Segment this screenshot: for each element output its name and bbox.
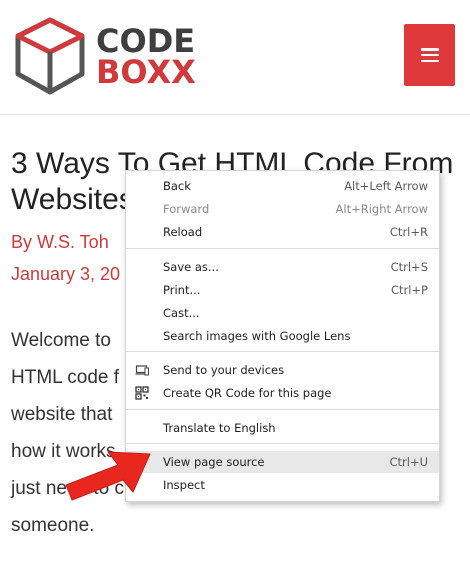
logo-boxx-text: BOXX <box>96 53 196 91</box>
menu-item-google-lens[interactable]: Search images with Google Lens <box>126 325 439 347</box>
menu-separator <box>126 409 439 410</box>
menu-item-send-to-devices[interactable]: Send to your devices <box>126 359 439 381</box>
article-meta: By W.S. Toh January 3, 20 <box>11 226 120 290</box>
menu-separator <box>126 351 439 352</box>
body-line: how it works <box>11 441 116 462</box>
menu-item-label: Forward <box>163 202 210 216</box>
author-link[interactable]: By W.S. Toh <box>11 226 120 258</box>
menu-item-create-qr-code[interactable]: Create QR Code for this page <box>126 382 439 404</box>
menu-item-shortcut: Ctrl+S <box>390 260 428 274</box>
menu-item-shortcut: Ctrl+P <box>390 283 428 297</box>
menu-item-translate[interactable]: Translate to English <box>126 417 439 439</box>
menu-item-reload[interactable]: Reload Ctrl+R <box>126 221 439 243</box>
menu-item-shortcut: Alt+Right Arrow <box>335 202 428 216</box>
menu-item-back[interactable]: Back Alt+Left Arrow <box>126 175 439 197</box>
hamburger-icon <box>420 48 439 62</box>
menu-item-save-as[interactable]: Save as... Ctrl+S <box>126 256 439 278</box>
menu-item-label: Reload <box>163 225 203 239</box>
cube-logo-icon[interactable] <box>14 16 86 96</box>
menu-item-label: Search images with Google Lens <box>163 329 351 343</box>
body-line: website that <box>11 404 113 425</box>
article-body: Welcome to HTML code f website that how … <box>11 322 124 544</box>
post-date: January 3, 20 <box>11 264 121 284</box>
menu-item-print[interactable]: Print... Ctrl+P <box>126 279 439 301</box>
menu-item-view-page-source[interactable]: View page source Ctrl+U <box>126 451 439 473</box>
menu-separator <box>126 248 439 249</box>
menu-item-shortcut: Ctrl+R <box>389 225 428 239</box>
context-menu: Back Alt+Left Arrow Forward Alt+Right Ar… <box>125 170 440 502</box>
menu-item-label: Print... <box>163 283 201 297</box>
menu-item-label: Inspect <box>163 478 205 492</box>
site-header: CODE BOXX <box>0 0 470 115</box>
menu-item-label: Cast... <box>163 306 200 320</box>
qr-code-icon <box>135 386 149 400</box>
menu-item-label: Translate to English <box>163 421 276 435</box>
menu-item-label: Back <box>163 179 191 193</box>
site-logo[interactable]: CODE BOXX <box>96 25 196 91</box>
body-line: HTML code f <box>11 367 120 388</box>
menu-item-label: Send to your devices <box>163 363 285 377</box>
body-line: just need to c <box>11 478 125 499</box>
menu-item-label: Save as... <box>163 260 219 274</box>
menu-separator <box>126 443 439 444</box>
body-line: someone. <box>11 515 95 536</box>
menu-item-label: Create QR Code for this page <box>163 386 332 400</box>
menu-item-shortcut: Ctrl+U <box>389 455 428 469</box>
menu-item-cast[interactable]: Cast... <box>126 302 439 324</box>
menu-item-label: View page source <box>163 455 265 469</box>
menu-item-forward[interactable]: Forward Alt+Right Arrow <box>126 198 439 220</box>
devices-icon <box>135 365 149 376</box>
body-line: Welcome to <box>11 330 111 351</box>
menu-item-shortcut: Alt+Left Arrow <box>344 179 428 193</box>
menu-item-inspect[interactable]: Inspect <box>126 474 439 496</box>
menu-button[interactable] <box>404 24 455 86</box>
